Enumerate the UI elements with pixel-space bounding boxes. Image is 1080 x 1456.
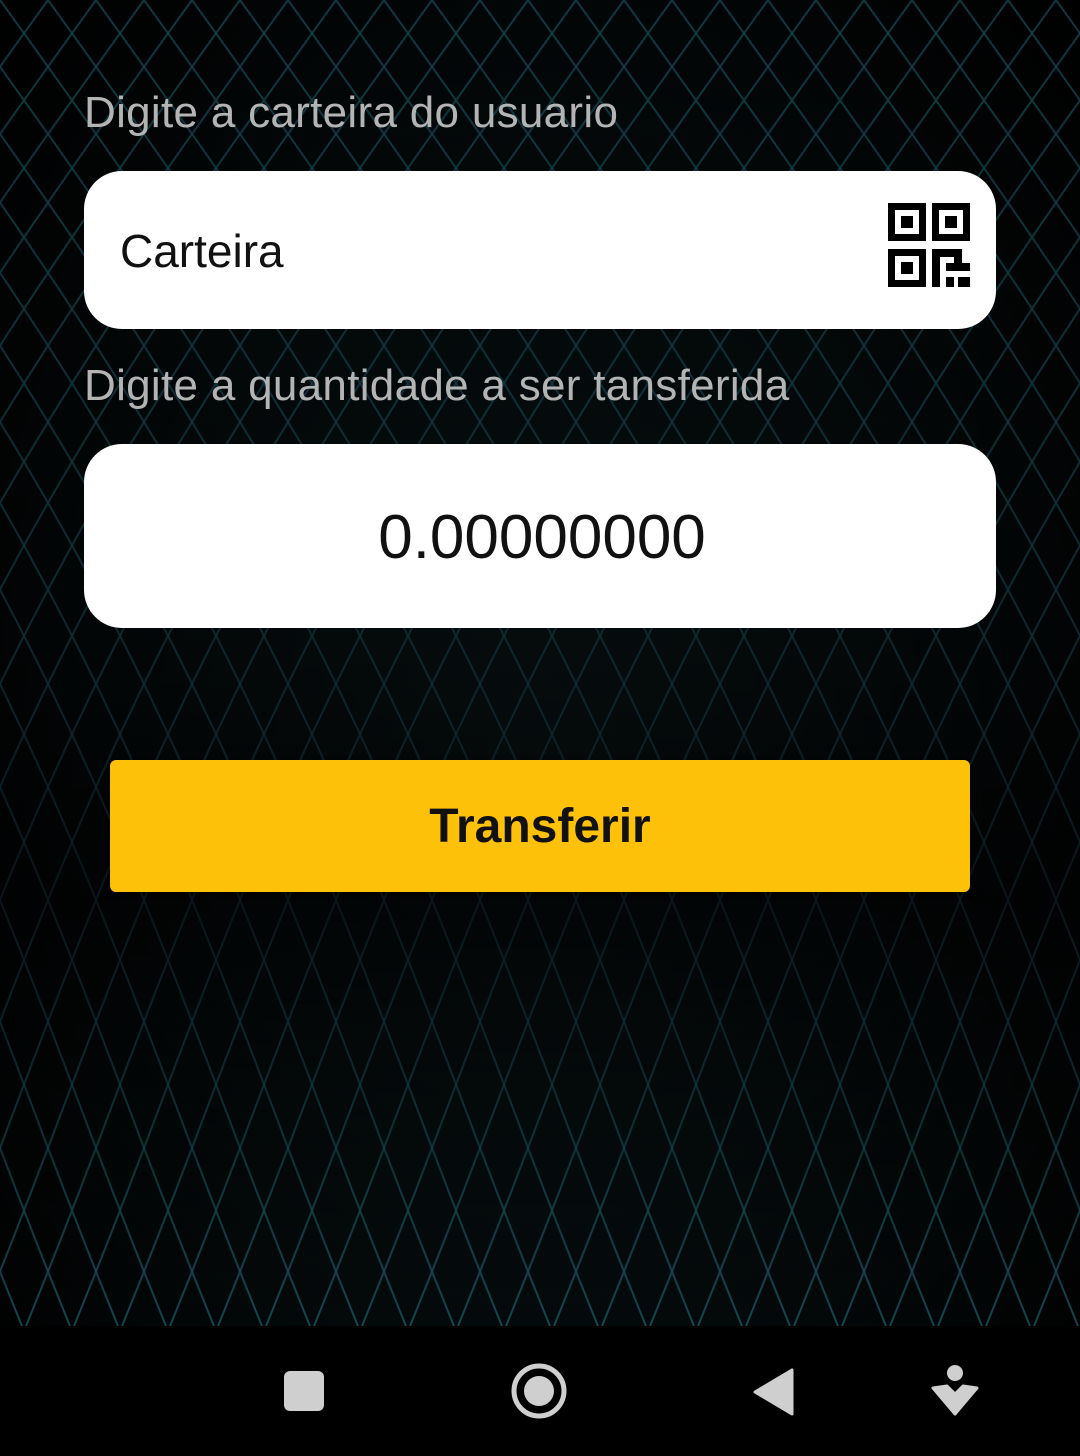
back-triangle-icon [753,1368,794,1416]
home-button[interactable] [510,1362,568,1420]
home-circle-icon [511,1363,567,1419]
amount-input[interactable] [84,444,1000,630]
wallet-label: Digite a carteira do usuario [84,88,619,137]
qr-code-icon [888,203,970,287]
accessibility-person-icon [931,1365,979,1416]
amount-field[interactable] [84,444,1000,630]
wallet-field[interactable] [84,171,996,331]
wallet-input[interactable] [118,171,862,331]
back-button[interactable] [752,1368,796,1416]
transfer-screen: Digite a carteira do usuario Carteira Di… [0,0,1080,1456]
android-navigation-bar [0,1326,1080,1456]
transfer-button[interactable]: Transferir [110,760,970,892]
qr-scan-button[interactable] [888,203,970,287]
amount-label: Digite a quantidade a ser tansferida [84,361,790,410]
app-content: Digite a carteira do usuario Carteira Di… [0,0,1080,1326]
recents-button[interactable] [284,1371,324,1411]
accessibility-button[interactable] [930,1364,980,1416]
recents-square-icon [284,1371,324,1411]
